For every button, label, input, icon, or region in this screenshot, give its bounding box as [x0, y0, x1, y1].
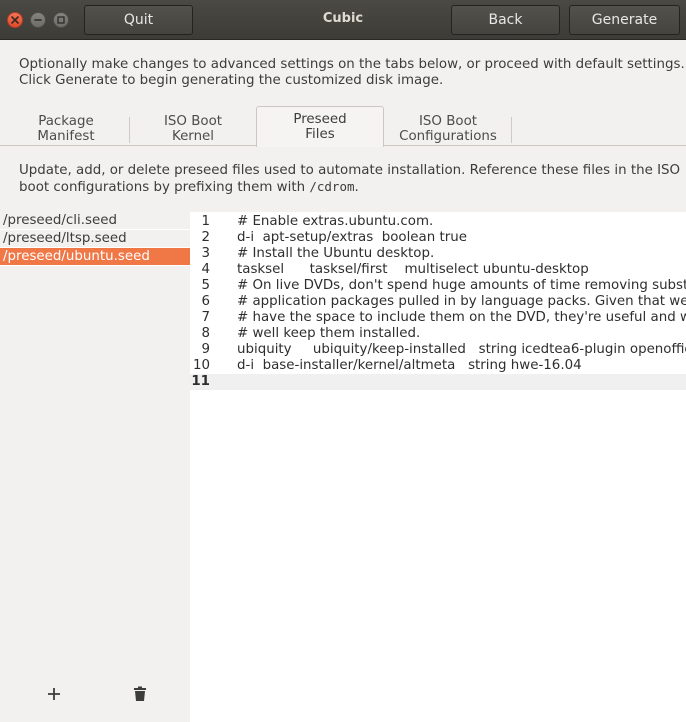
quit-button[interactable]: Quit [84, 5, 193, 35]
line-number: 8 [201, 326, 210, 341]
editor-line[interactable]: 2 d-i apt-setup/extras boolean true [190, 230, 686, 246]
line-number: 6 [201, 294, 210, 309]
line-number: 9 [201, 342, 210, 357]
cdrom-path: /cdrom [309, 179, 355, 194]
intro-line-1: Optionally make changes to advanced sett… [19, 57, 685, 72]
editor-line[interactable]: 5 # On live DVDs, don't spend huge amount… [190, 278, 686, 294]
line-number: 10 [192, 358, 210, 373]
tab-package-manifest[interactable]: Package Manifest [2, 111, 130, 146]
intro-line-2: Click Generate to begin generating the c… [19, 73, 444, 88]
editor-line[interactable]: 10 d-i base-installer/kernel/altmeta stri… [190, 358, 686, 374]
add-file-button[interactable] [44, 684, 64, 704]
line-text: # have the space to include them on the … [237, 310, 686, 325]
editor-line[interactable]: 7 # have the space to include them on the… [190, 310, 686, 326]
tab-preseed-files[interactable]: Preseed Files [256, 106, 384, 147]
line-text: ubiquity ubiquity/keep-installed string … [237, 342, 686, 357]
line-text: d-i apt-setup/extras boolean true [237, 230, 467, 245]
preseed-editor[interactable]: 1 # Enable extras.ubuntu.com. 2 d-i apt-se… [190, 212, 686, 722]
close-icon [11, 16, 19, 24]
tab-label-line-1: Package [38, 113, 94, 129]
line-number: 11 [191, 374, 210, 389]
line-number: 2 [201, 230, 210, 245]
window-title: Cubic [322, 11, 364, 26]
line-text: # application packages pulled in by lang… [237, 294, 686, 309]
line-text: d-i base-installer/kernel/altmeta string… [237, 358, 582, 373]
tab-label-line-2: Files [305, 127, 335, 142]
line-number: 3 [201, 246, 210, 261]
editor-line[interactable]: 8 # well keep them installed. [190, 326, 686, 342]
editor-line[interactable]: 3 # Install the Ubuntu desktop. [190, 246, 686, 262]
editor-current-line[interactable]: 11 [190, 374, 686, 390]
header-bar: Quit Cubic Back Generate [0, 0, 686, 40]
editor-line[interactable]: 4 tasksel tasksel/first multiselect ubunt… [190, 262, 686, 278]
description-line-1: Update, add, or delete preseed files use… [19, 163, 681, 178]
editor-line[interactable]: 1 # Enable extras.ubuntu.com. [190, 214, 686, 230]
editor-line[interactable]: 9 ubiquity ubiquity/keep-installed string… [190, 342, 686, 358]
line-number: 1 [201, 214, 210, 229]
preseed-description: Update, add, or delete preseed files use… [19, 163, 681, 196]
description-line-2: boot configurations by prefixing them wi… [19, 179, 681, 196]
delete-file-button[interactable] [130, 684, 150, 704]
editor-lines: 1 # Enable extras.ubuntu.com. 2 d-i apt-se… [190, 214, 686, 390]
file-item-cli-seed[interactable]: /preseed/cli.seed [0, 212, 190, 230]
tab-iso-boot-kernel[interactable]: ISO Boot Kernel [130, 111, 256, 146]
maximize-icon [57, 16, 65, 24]
line-text: # Enable extras.ubuntu.com. [237, 214, 434, 229]
line-number: 4 [201, 262, 210, 277]
description-period: . [354, 180, 359, 195]
tab-label-line-1: Preseed [293, 112, 347, 127]
intro-text: Optionally make changes to advanced sett… [19, 57, 685, 89]
file-item-ltsp-seed[interactable]: /preseed/ltsp.seed [0, 230, 190, 248]
close-window-button[interactable] [7, 12, 23, 28]
tab-iso-boot-configurations[interactable]: ISO Boot Configurations [384, 111, 512, 146]
plus-icon [48, 688, 60, 700]
line-text: # well keep them installed. [237, 326, 421, 341]
file-item-ubuntu-seed[interactable]: /preseed/ubuntu.seed [0, 248, 190, 266]
tab-label-line-2: Configurations [399, 128, 497, 144]
line-text: # On live DVDs, don't spend huge amounts… [237, 278, 686, 293]
line-text: # Install the Ubuntu desktop. [237, 246, 435, 261]
line-number: 5 [201, 278, 210, 293]
description-text: boot configurations by prefixing them wi… [19, 180, 310, 195]
preseed-file-list: /preseed/cli.seed /preseed/ltsp.seed /pr… [0, 212, 190, 722]
tab-label-line-2: Manifest [37, 128, 95, 144]
minimize-icon [34, 19, 42, 21]
maximize-window-button[interactable] [53, 12, 69, 28]
back-button[interactable]: Back [451, 5, 560, 35]
generate-button[interactable]: Generate [569, 5, 680, 35]
tab-label-line-2: Kernel [171, 128, 215, 144]
tab-label-line-1: ISO Boot [418, 113, 478, 129]
tab-strip: Package Manifest ISO Boot Kernel Preseed… [0, 106, 686, 147]
editor-line[interactable]: 6 # application packages pulled in by lan… [190, 294, 686, 310]
minimize-window-button[interactable] [30, 12, 46, 28]
trash-icon [134, 686, 146, 701]
tab-label-line-1: ISO Boot [163, 113, 223, 129]
line-text: tasksel tasksel/first multiselect ubuntu… [237, 262, 589, 277]
line-number: 7 [201, 310, 210, 325]
